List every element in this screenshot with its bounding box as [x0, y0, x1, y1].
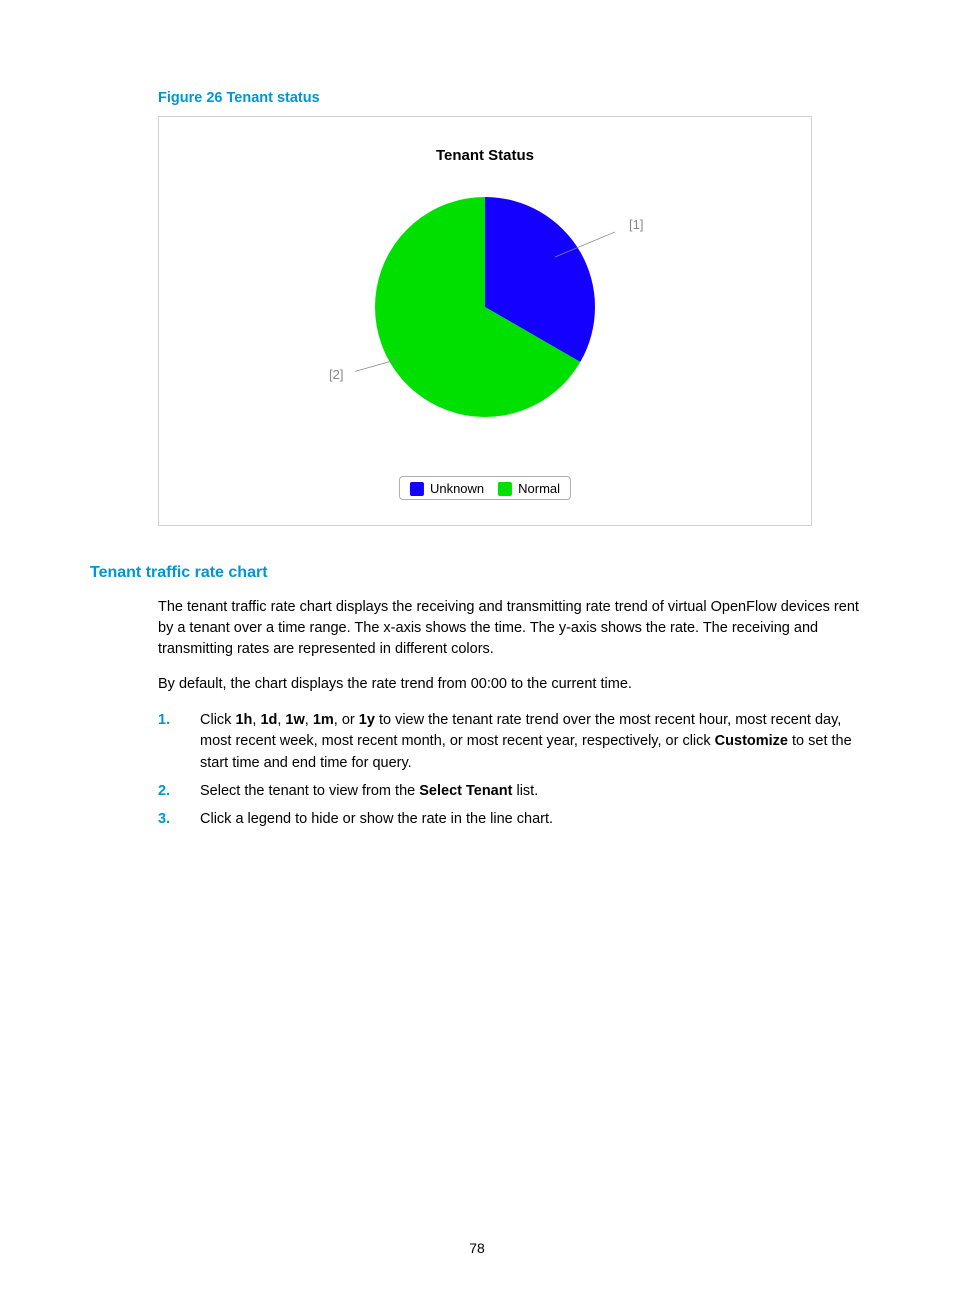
legend-label-unknown: Unknown: [430, 481, 484, 496]
legend-swatch-normal: [498, 482, 512, 496]
step-text: Select the tenant to view from the: [200, 783, 419, 799]
pie-chart: [355, 177, 615, 441]
step-bold: Select Tenant: [419, 783, 512, 799]
section-heading: Tenant traffic rate chart: [90, 564, 864, 582]
legend-label-normal: Normal: [518, 481, 560, 496]
step-bold: 1w: [285, 712, 304, 728]
step-bold: 1d: [260, 712, 277, 728]
chart-frame: Tenant Status [1] [2] Unknown Normal: [158, 116, 812, 526]
step-text: Click: [200, 712, 235, 728]
step-2: Select the tenant to view from the Selec…: [158, 781, 864, 803]
step-bold: 1y: [359, 712, 375, 728]
step-bold: 1m: [313, 712, 334, 728]
chart-legend: Unknown Normal: [399, 476, 571, 500]
step-1: Click 1h, 1d, 1w, 1m, or 1y to view the …: [158, 710, 864, 775]
figure-caption: Figure 26 Tenant status: [158, 90, 864, 106]
paragraph-1: The tenant traffic rate chart displays t…: [158, 597, 864, 660]
chart-title: Tenant Status: [159, 117, 811, 164]
step-text: , or: [334, 712, 359, 728]
step-bold: Customize: [715, 733, 788, 749]
paragraph-2: By default, the chart displays the rate …: [158, 674, 864, 695]
step-text: ,: [305, 712, 313, 728]
step-text: list.: [512, 783, 538, 799]
step-bold: 1h: [235, 712, 252, 728]
callout-2: [2]: [329, 367, 343, 382]
document-page: Figure 26 Tenant status Tenant Status [1…: [0, 0, 954, 1296]
steps-list: Click 1h, 1d, 1w, 1m, or 1y to view the …: [158, 710, 864, 831]
callout-1: [1]: [629, 217, 643, 232]
page-number: 78: [0, 1240, 954, 1256]
legend-swatch-unknown: [410, 482, 424, 496]
step-3: Click a legend to hide or show the rate …: [158, 809, 864, 831]
